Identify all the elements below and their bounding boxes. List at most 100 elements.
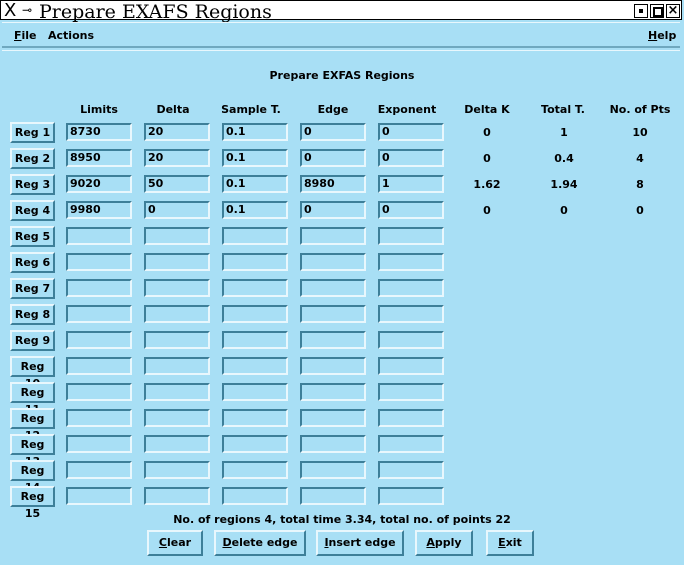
edge-field[interactable]: 8980 <box>300 175 366 193</box>
limits-field[interactable]: 9980 <box>66 201 132 219</box>
delta-field[interactable] <box>144 253 210 271</box>
sample-field[interactable] <box>222 357 288 375</box>
edge-field[interactable]: 0 <box>300 123 366 141</box>
limits-field[interactable] <box>66 487 132 505</box>
edge-field[interactable] <box>300 279 366 297</box>
limits-field[interactable] <box>66 435 132 453</box>
delta-field[interactable]: 0 <box>144 201 210 219</box>
region-button[interactable]: Reg 12 <box>10 408 55 442</box>
exponent-field[interactable]: 0 <box>378 123 444 141</box>
close-button[interactable]: × <box>666 3 680 18</box>
edge-field[interactable] <box>300 409 366 427</box>
delta-field[interactable]: 20 <box>144 123 210 141</box>
sample-field[interactable] <box>222 409 288 427</box>
sample-field[interactable] <box>222 227 288 245</box>
exponent-field[interactable] <box>378 461 444 479</box>
limits-field[interactable]: 8730 <box>66 123 132 141</box>
sample-field[interactable] <box>222 279 288 297</box>
sample-field[interactable] <box>222 253 288 271</box>
exponent-field[interactable] <box>378 279 444 297</box>
delta-field[interactable] <box>144 487 210 505</box>
limits-field[interactable] <box>66 357 132 375</box>
delta-field[interactable]: 50 <box>144 175 210 193</box>
edge-field[interactable] <box>300 383 366 401</box>
pin-icon[interactable]: ⊸ <box>22 3 37 18</box>
sample-field[interactable]: 0.1 <box>222 201 288 219</box>
x-logo-icon[interactable]: X <box>4 2 22 20</box>
edge-field[interactable] <box>300 331 366 349</box>
edge-field[interactable] <box>300 305 366 323</box>
sample-field[interactable] <box>222 331 288 349</box>
exponent-field[interactable]: 1 <box>378 175 444 193</box>
region-button[interactable]: Reg 13 <box>10 434 55 468</box>
region-button[interactable]: Reg 10 <box>10 356 55 390</box>
region-button[interactable]: Reg 2 <box>10 148 55 169</box>
minimize-button[interactable] <box>634 4 648 18</box>
sample-field[interactable] <box>222 435 288 453</box>
sample-field[interactable]: 0.1 <box>222 175 288 193</box>
exponent-field[interactable]: 0 <box>378 201 444 219</box>
sample-field[interactable] <box>222 305 288 323</box>
sample-field[interactable] <box>222 487 288 505</box>
limits-field[interactable] <box>66 279 132 297</box>
region-button[interactable]: Reg 15 <box>10 486 55 520</box>
delta-field[interactable] <box>144 305 210 323</box>
exponent-field[interactable]: 0 <box>378 149 444 167</box>
limits-field[interactable] <box>66 461 132 479</box>
region-button[interactable]: Reg 6 <box>10 252 55 273</box>
exponent-field[interactable] <box>378 487 444 505</box>
region-button[interactable]: Reg 9 <box>10 330 55 351</box>
limits-field[interactable]: 9020 <box>66 175 132 193</box>
exponent-field[interactable] <box>378 435 444 453</box>
delta-field[interactable] <box>144 331 210 349</box>
exit-button[interactable]: Exit <box>486 530 534 556</box>
limits-field[interactable] <box>66 227 132 245</box>
delta-field[interactable] <box>144 279 210 297</box>
title-bar[interactable]: X ⊸ Prepare EXAFS Regions × <box>0 0 682 23</box>
limits-field[interactable] <box>66 409 132 427</box>
limits-field[interactable] <box>66 253 132 271</box>
edge-field[interactable]: 0 <box>300 201 366 219</box>
exponent-field[interactable] <box>378 357 444 375</box>
region-button[interactable]: Reg 5 <box>10 226 55 247</box>
apply-button[interactable]: Apply <box>415 530 473 556</box>
delta-field[interactable] <box>144 357 210 375</box>
edge-field[interactable] <box>300 487 366 505</box>
sample-field[interactable] <box>222 383 288 401</box>
edge-field[interactable] <box>300 435 366 453</box>
menu-actions[interactable]: Actions <box>48 29 94 42</box>
limits-field[interactable]: 8950 <box>66 149 132 167</box>
region-button[interactable]: Reg 11 <box>10 382 55 416</box>
delta-field[interactable] <box>144 383 210 401</box>
region-button[interactable]: Reg 7 <box>10 278 55 299</box>
region-button[interactable]: Reg 4 <box>10 200 55 221</box>
delete-edge-button[interactable]: Delete edge <box>214 530 306 556</box>
edge-field[interactable] <box>300 227 366 245</box>
edge-field[interactable]: 0 <box>300 149 366 167</box>
delta-field[interactable] <box>144 409 210 427</box>
insert-edge-button[interactable]: Insert edge <box>316 530 404 556</box>
exponent-field[interactable] <box>378 331 444 349</box>
delta-field[interactable] <box>144 435 210 453</box>
region-button[interactable]: Reg 1 <box>10 122 55 143</box>
edge-field[interactable] <box>300 461 366 479</box>
delta-field[interactable] <box>144 227 210 245</box>
exponent-field[interactable] <box>378 305 444 323</box>
region-button[interactable]: Reg 8 <box>10 304 55 325</box>
region-button[interactable]: Reg 3 <box>10 174 55 195</box>
exponent-field[interactable] <box>378 253 444 271</box>
limits-field[interactable] <box>66 383 132 401</box>
maximize-button[interactable] <box>650 4 664 18</box>
exponent-field[interactable] <box>378 409 444 427</box>
sample-field[interactable]: 0.1 <box>222 149 288 167</box>
sample-field[interactable] <box>222 461 288 479</box>
region-button[interactable]: Reg 14 <box>10 460 55 494</box>
delta-field[interactable] <box>144 461 210 479</box>
edge-field[interactable] <box>300 357 366 375</box>
edge-field[interactable] <box>300 253 366 271</box>
limits-field[interactable] <box>66 331 132 349</box>
exponent-field[interactable] <box>378 383 444 401</box>
menu-help[interactable]: Help <box>648 29 676 42</box>
sample-field[interactable]: 0.1 <box>222 123 288 141</box>
exponent-field[interactable] <box>378 227 444 245</box>
